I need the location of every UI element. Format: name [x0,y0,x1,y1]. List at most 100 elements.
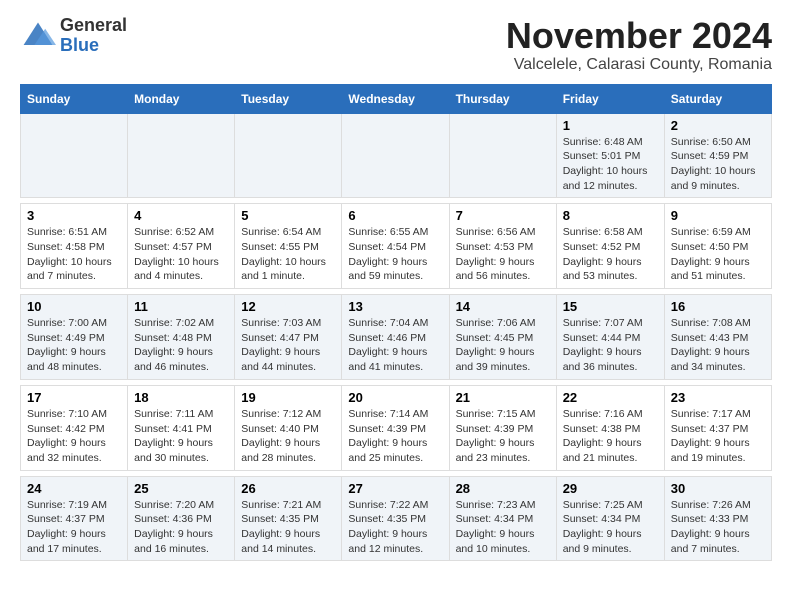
page-title: November 2024 [506,16,772,56]
day-info: Sunrise: 7:11 AM Sunset: 4:41 PM Dayligh… [134,407,228,466]
day-info: Sunrise: 6:51 AM Sunset: 4:58 PM Dayligh… [27,225,121,284]
day-info: Sunrise: 7:23 AM Sunset: 4:34 PM Dayligh… [456,498,550,557]
day-number: 20 [348,390,442,405]
table-row: 14Sunrise: 7:06 AM Sunset: 4:45 PM Dayli… [449,295,556,380]
day-info: Sunrise: 7:25 AM Sunset: 4:34 PM Dayligh… [563,498,658,557]
table-row: 30 Sunrise: 7:26 AM Sunset: 4:33 PM Dayli… [664,476,771,561]
header-monday: Monday [128,84,235,113]
day-number: 10 [27,299,121,314]
table-row: 12 Sunrise: 7:03 AM Sunset: 4:47 PM Dayli… [235,295,342,380]
table-row: 5 Sunrise: 6:54 AM Sunset: 4:55 PM Daylig… [235,204,342,289]
day-number: 29 [563,481,658,496]
table-row: 9 Sunrise: 6:59 AM Sunset: 4:50 PM Daylig… [664,204,771,289]
day-info: Sunrise: 7:04 AM Sunset: 4:46 PM Dayligh… [348,316,442,375]
day-info: Sunrise: 7:00 AM Sunset: 4:49 PM Dayligh… [27,316,121,375]
day-number: 12 [241,299,335,314]
table-row: 26 Sunrise: 7:21 AM Sunset: 4:35 PM Dayli… [235,476,342,561]
calendar-week-row: 24 Sunrise: 7:19 AM Sunset: 4:37 PM Dayli… [21,476,772,561]
calendar-week-row: 10 Sunrise: 7:00 AM Sunset: 4:49 PM Dayli… [21,295,772,380]
table-row: 13 Sunrise: 7:04 AM Sunset: 4:46 PM Dayli… [342,295,449,380]
header: General Blue November 2024 Valcelele, Ca… [20,16,772,74]
table-row: 19Sunrise: 7:12 AM Sunset: 4:40 PM Dayli… [235,385,342,470]
table-row: 23 Sunrise: 7:17 AM Sunset: 4:37 PM Dayli… [664,385,771,470]
day-info: Sunrise: 6:50 AM Sunset: 4:59 PM Dayligh… [671,135,765,194]
table-row: 18 Sunrise: 7:11 AM Sunset: 4:41 PM Dayli… [128,385,235,470]
day-info: Sunrise: 6:48 AM Sunset: 5:01 PM Dayligh… [563,135,658,194]
day-info: Sunrise: 7:22 AM Sunset: 4:35 PM Dayligh… [348,498,442,557]
day-number: 28 [456,481,550,496]
table-row: 25 Sunrise: 7:20 AM Sunset: 4:36 PM Dayli… [128,476,235,561]
day-info: Sunrise: 6:58 AM Sunset: 4:52 PM Dayligh… [563,225,658,284]
day-number: 9 [671,208,765,223]
table-row: 28 Sunrise: 7:23 AM Sunset: 4:34 PM Dayli… [449,476,556,561]
day-info: Sunrise: 7:19 AM Sunset: 4:37 PM Dayligh… [27,498,121,557]
logo-text: General Blue [60,16,127,56]
day-number: 27 [348,481,442,496]
day-number: 16 [671,299,765,314]
table-row [235,113,342,198]
table-row: 11Sunrise: 7:02 AM Sunset: 4:48 PM Dayli… [128,295,235,380]
day-number: 15 [563,299,658,314]
header-friday: Friday [556,84,664,113]
table-row: 15Sunrise: 7:07 AM Sunset: 4:44 PM Dayli… [556,295,664,380]
day-number: 7 [456,208,550,223]
logo-icon [20,18,56,54]
day-info: Sunrise: 7:26 AM Sunset: 4:33 PM Dayligh… [671,498,765,557]
day-info: Sunrise: 7:17 AM Sunset: 4:37 PM Dayligh… [671,407,765,466]
day-number: 22 [563,390,658,405]
day-number: 24 [27,481,121,496]
table-row: 1Sunrise: 6:48 AM Sunset: 5:01 PM Daylig… [556,113,664,198]
table-row: 10 Sunrise: 7:00 AM Sunset: 4:49 PM Dayli… [21,295,128,380]
table-row: 3 Sunrise: 6:51 AM Sunset: 4:58 PM Daylig… [21,204,128,289]
day-info: Sunrise: 7:02 AM Sunset: 4:48 PM Dayligh… [134,316,228,375]
day-number: 8 [563,208,658,223]
page: General Blue November 2024 Valcelele, Ca… [0,0,792,577]
table-row [449,113,556,198]
day-info: Sunrise: 7:20 AM Sunset: 4:36 PM Dayligh… [134,498,228,557]
day-number: 30 [671,481,765,496]
day-info: Sunrise: 6:52 AM Sunset: 4:57 PM Dayligh… [134,225,228,284]
day-number: 25 [134,481,228,496]
table-row: 24 Sunrise: 7:19 AM Sunset: 4:37 PM Dayli… [21,476,128,561]
table-row: 7 Sunrise: 6:56 AM Sunset: 4:53 PM Daylig… [449,204,556,289]
day-number: 21 [456,390,550,405]
day-info: Sunrise: 6:56 AM Sunset: 4:53 PM Dayligh… [456,225,550,284]
table-row: 4 Sunrise: 6:52 AM Sunset: 4:57 PM Daylig… [128,204,235,289]
calendar-week-row: 1Sunrise: 6:48 AM Sunset: 5:01 PM Daylig… [21,113,772,198]
day-number: 3 [27,208,121,223]
day-number: 23 [671,390,765,405]
day-info: Sunrise: 7:03 AM Sunset: 4:47 PM Dayligh… [241,316,335,375]
logo-blue: Blue [60,36,127,56]
table-row: 17 Sunrise: 7:10 AM Sunset: 4:42 PM Dayli… [21,385,128,470]
header-wednesday: Wednesday [342,84,449,113]
table-row: 27 Sunrise: 7:22 AM Sunset: 4:35 PM Dayli… [342,476,449,561]
day-number: 26 [241,481,335,496]
table-row: 21Sunrise: 7:15 AM Sunset: 4:39 PM Dayli… [449,385,556,470]
page-subtitle: Valcelele, Calarasi County, Romania [506,56,772,74]
day-info: Sunrise: 6:59 AM Sunset: 4:50 PM Dayligh… [671,225,765,284]
day-number: 13 [348,299,442,314]
table-row: 29 Sunrise: 7:25 AM Sunset: 4:34 PM Dayli… [556,476,664,561]
table-row [342,113,449,198]
calendar-header-row: Sunday Monday Tuesday Wednesday Thursday… [21,84,772,113]
day-number: 2 [671,118,765,133]
header-sunday: Sunday [21,84,128,113]
table-row: 6Sunrise: 6:55 AM Sunset: 4:54 PM Daylig… [342,204,449,289]
day-number: 17 [27,390,121,405]
calendar-table: Sunday Monday Tuesday Wednesday Thursday… [20,84,772,562]
day-info: Sunrise: 7:08 AM Sunset: 4:43 PM Dayligh… [671,316,765,375]
day-info: Sunrise: 6:55 AM Sunset: 4:54 PM Dayligh… [348,225,442,284]
title-block: November 2024 Valcelele, Calarasi County… [506,16,772,74]
day-info: Sunrise: 6:54 AM Sunset: 4:55 PM Dayligh… [241,225,335,284]
day-number: 5 [241,208,335,223]
logo-general: General [60,16,127,36]
day-number: 4 [134,208,228,223]
day-number: 19 [241,390,335,405]
day-info: Sunrise: 7:21 AM Sunset: 4:35 PM Dayligh… [241,498,335,557]
header-tuesday: Tuesday [235,84,342,113]
day-info: Sunrise: 7:10 AM Sunset: 4:42 PM Dayligh… [27,407,121,466]
header-thursday: Thursday [449,84,556,113]
table-row: 20Sunrise: 7:14 AM Sunset: 4:39 PM Dayli… [342,385,449,470]
table-row: 8 Sunrise: 6:58 AM Sunset: 4:52 PM Daylig… [556,204,664,289]
day-number: 18 [134,390,228,405]
